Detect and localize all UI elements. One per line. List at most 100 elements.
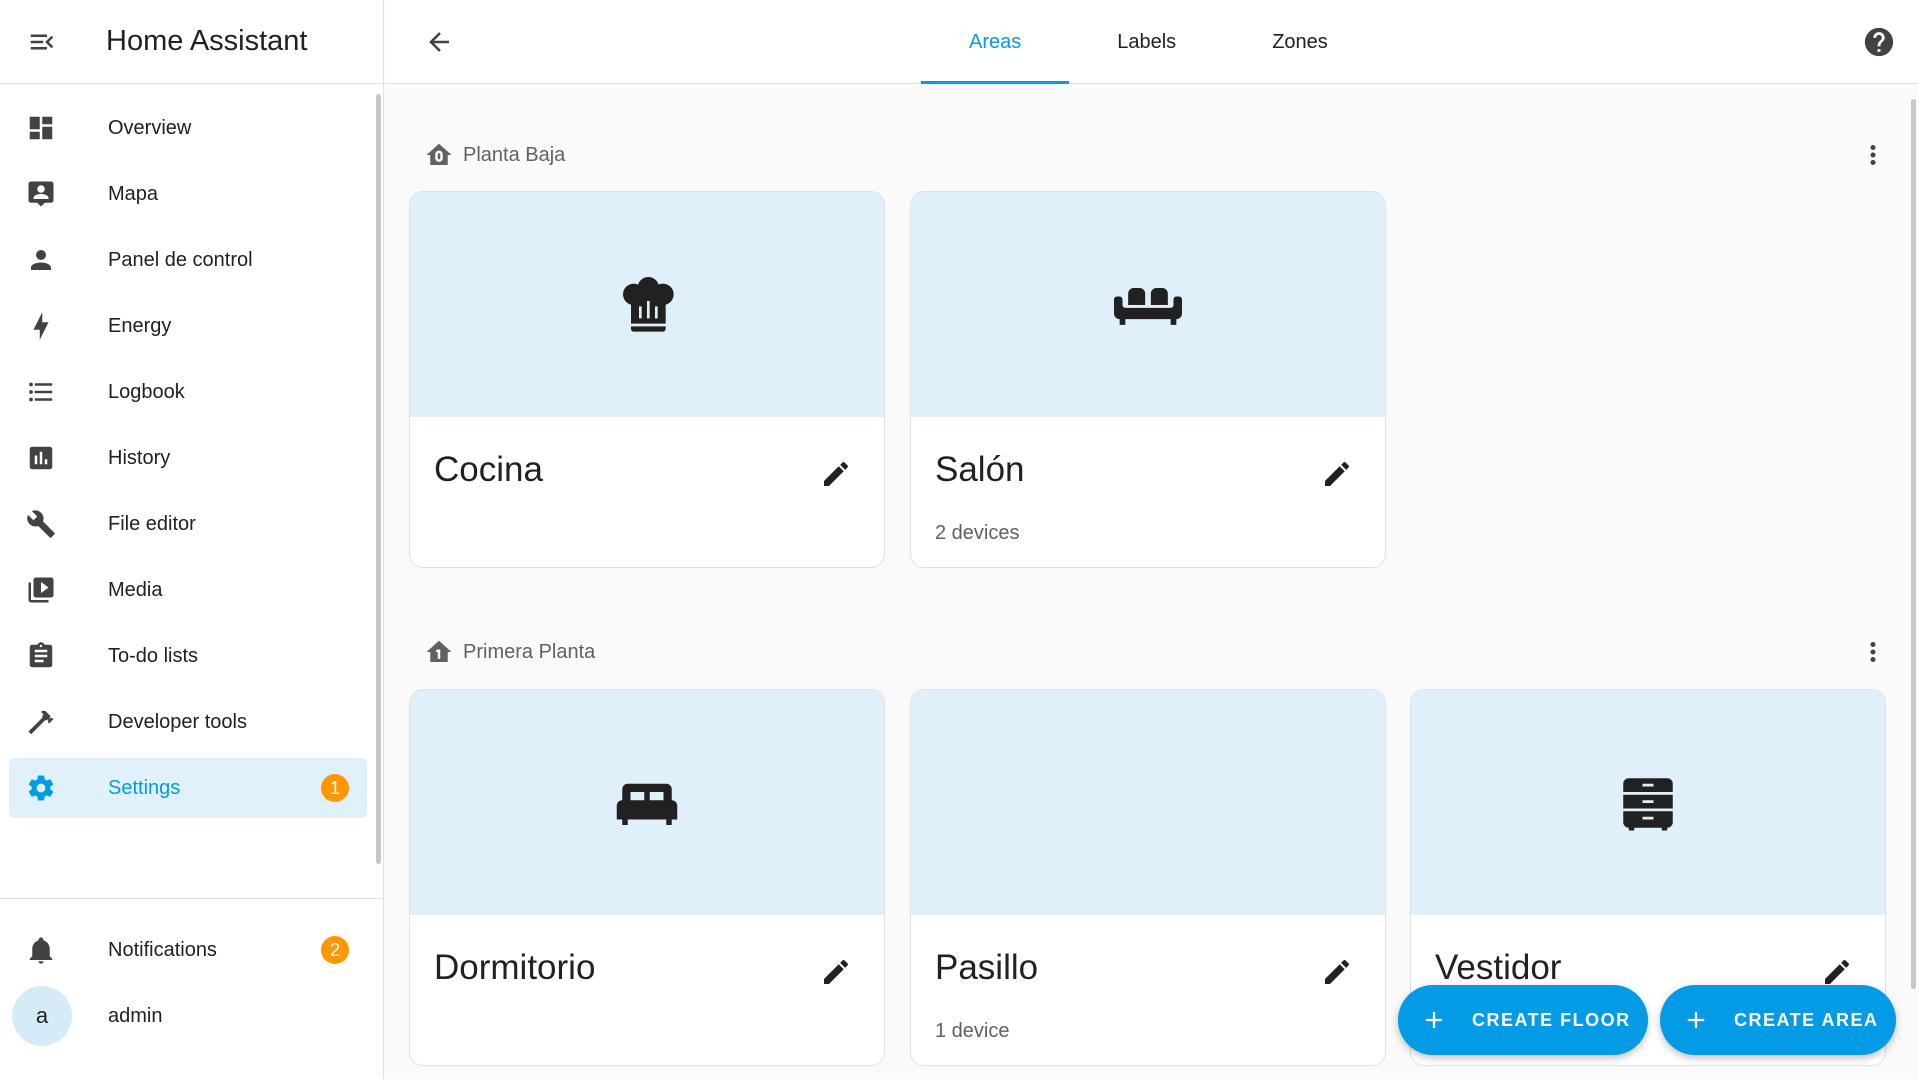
notifications-badge: 2 [321, 936, 349, 964]
sidebar-item-label: Settings [108, 776, 181, 799]
tab-zones[interactable]: Zones [1224, 0, 1376, 84]
edit-area-button[interactable] [1317, 454, 1357, 494]
list-icon [26, 377, 56, 407]
create-area-label: CREATE AREA [1734, 1009, 1879, 1030]
area-picture [1411, 690, 1885, 915]
sidebar-item-label: Developer tools [108, 710, 247, 733]
floor-menu-button[interactable] [1855, 634, 1891, 670]
sidebar-item-energy[interactable]: Energy [9, 296, 367, 356]
user-name: admin [108, 1004, 163, 1027]
edit-area-button[interactable] [1317, 952, 1357, 992]
menu-open-icon [30, 34, 54, 49]
sidebar-item-user[interactable]: a admin [9, 986, 367, 1046]
area-card-cocina[interactable]: Cocina [409, 191, 885, 568]
sidebar: Home Assistant Overview Mapa Panel de co… [0, 0, 384, 1079]
back-button[interactable] [421, 24, 457, 60]
sidebar-item-label: Notifications [108, 938, 217, 961]
sidebar-item-panel-de-control[interactable]: Panel de control [9, 230, 367, 290]
sidebar-divider [0, 898, 384, 899]
sidebar-item-label: Overview [108, 116, 192, 139]
sidebar-item-settings[interactable]: Settings 1 [9, 758, 367, 818]
dots-vertical-icon [1870, 145, 1876, 165]
sidebar-item-mapa[interactable]: Mapa [9, 164, 367, 224]
sidebar-item-label: To-do lists [108, 644, 199, 667]
home-floor-1-icon [423, 636, 455, 668]
sidebar-item-file-editor[interactable]: File editor [9, 494, 367, 554]
area-name: Dormitorio [434, 948, 596, 987]
plus-icon [1682, 1006, 1710, 1034]
sidebar-item-notifications[interactable]: Notifications 2 [9, 920, 367, 980]
floor-name: Planta Baja [463, 143, 566, 166]
plus-icon [1420, 1006, 1448, 1034]
cog-icon [26, 773, 56, 803]
play-box-icon [26, 575, 56, 605]
sidebar-item-label: Energy [108, 314, 172, 337]
lightning-bolt-icon [26, 311, 56, 341]
bed-icon [616, 783, 678, 825]
area-devices: 2 devices [935, 522, 1020, 544]
area-card-pasillo[interactable]: Pasillo 1 device [910, 689, 1386, 1066]
sidebar-scrollbar[interactable] [376, 94, 381, 864]
sidebar-item-label: Logbook [108, 380, 185, 403]
sidebar-item-to-do-lists[interactable]: To-do lists [9, 626, 367, 686]
dashboard-icon [26, 113, 56, 143]
sofa-icon [1114, 287, 1182, 325]
area-card-salon[interactable]: Salón 2 devices [910, 191, 1386, 568]
dresser-icon [1623, 777, 1673, 830]
area-picture [410, 192, 884, 417]
area-card-dormitorio[interactable]: Dormitorio [409, 689, 885, 1066]
sidebar-item-label: File editor [108, 512, 196, 535]
main-scrollbar[interactable] [1911, 99, 1916, 989]
area-name: Vestidor [1435, 948, 1562, 987]
sidebar-item-history[interactable]: History [9, 428, 367, 488]
sidebar-item-overview[interactable]: Overview [9, 98, 367, 158]
sidebar-item-logbook[interactable]: Logbook [9, 362, 367, 422]
create-floor-button[interactable]: CREATE FLOOR [1398, 985, 1648, 1055]
area-name: Salón [935, 450, 1025, 489]
avatar: a [12, 986, 72, 1046]
pencil-icon [824, 959, 849, 984]
area-picture [911, 192, 1385, 417]
pencil-icon [1325, 461, 1350, 486]
sidebar-bottom: Notifications 2 a admin [0, 920, 376, 1052]
sidebar-item-media[interactable]: Media [9, 560, 367, 620]
clipboard-list-icon [26, 641, 56, 671]
help-button[interactable] [1861, 24, 1897, 60]
area-name: Pasillo [935, 948, 1039, 987]
sidebar-item-label: Media [108, 578, 163, 601]
pencil-icon [1325, 959, 1350, 984]
floor-menu-button[interactable] [1855, 137, 1891, 173]
tab-areas[interactable]: Areas [921, 0, 1070, 84]
area-devices: 1 device [935, 1020, 1010, 1042]
settings-badge: 1 [321, 774, 349, 802]
edit-area-button[interactable] [816, 454, 856, 494]
sidebar-item-label: History [108, 446, 171, 469]
create-area-button[interactable]: CREATE AREA [1660, 985, 1896, 1055]
bell-icon [26, 935, 56, 965]
help-circle-icon [1864, 27, 1894, 57]
area-picture [911, 690, 1385, 915]
pencil-icon [824, 461, 849, 486]
map-account-icon [26, 179, 56, 209]
dots-vertical-icon [1870, 642, 1876, 662]
sidebar-nav: Overview Mapa Panel de control Energy Lo… [0, 92, 376, 824]
app-title: Home Assistant [106, 25, 308, 57]
edit-area-button[interactable] [816, 952, 856, 992]
arrow-left-icon [429, 32, 449, 52]
create-floor-label: CREATE FLOOR [1472, 1009, 1631, 1030]
chef-hat-icon [623, 276, 674, 332]
wrench-icon [26, 509, 56, 539]
floor-header-primera-planta: Primera Planta [423, 632, 595, 672]
menu-toggle-button[interactable] [0, 0, 84, 84]
sidebar-item-label: Panel de control [108, 248, 253, 271]
floor-header-planta-baja: Planta Baja [423, 135, 565, 175]
sidebar-header: Home Assistant [0, 0, 383, 84]
tab-bar: Areas Labels Zones [921, 0, 1376, 84]
sidebar-item-developer-tools[interactable]: Developer tools [9, 692, 367, 752]
sidebar-item-label: Mapa [108, 182, 159, 205]
tab-labels[interactable]: Labels [1069, 0, 1224, 84]
area-name: Cocina [434, 450, 543, 489]
area-picture [410, 690, 884, 915]
areas-content: Planta Baja Cocina Salón 2 devices Prime… [385, 85, 1919, 1079]
hammer-icon [26, 707, 56, 737]
